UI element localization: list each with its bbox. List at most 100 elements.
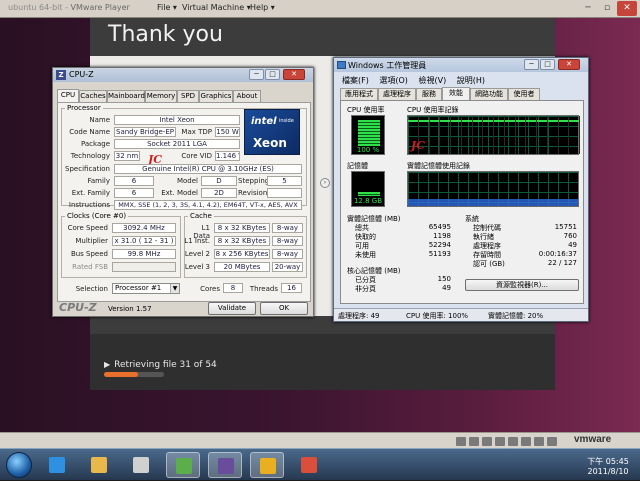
tab-about[interactable]: About [233, 90, 261, 102]
memory-value: 12.8 GB [353, 197, 383, 205]
menu-view[interactable]: 檢視(V) [418, 76, 446, 85]
tab-users[interactable]: 使用者 [508, 88, 540, 100]
xeon-logo-text: Xeon [253, 136, 287, 150]
cpu-core-history-cell [547, 116, 559, 154]
menu-file-f[interactable]: 檔案(F) [342, 76, 369, 85]
cpu-core-history-line [547, 120, 558, 122]
tab-graphics[interactable]: Graphics [199, 90, 233, 102]
taskbar-app-button[interactable] [40, 452, 74, 478]
vm-device-icon[interactable] [482, 437, 492, 446]
taskbar-app-button[interactable] [208, 452, 242, 478]
family-value: 6 [114, 176, 154, 186]
tab-memory[interactable]: Memory [145, 90, 177, 102]
vm-device-icon[interactable] [521, 437, 531, 446]
cpu-core-history-line [526, 120, 536, 122]
cpuz-version: Version 1.57 [108, 305, 152, 313]
vm-device-icon[interactable] [508, 437, 518, 446]
technology-label: Technology [70, 152, 110, 160]
cpu-core-history-line [408, 120, 418, 122]
taskbar-app-button[interactable] [124, 452, 158, 478]
cpuz-window: Z CPU-Z ─ □ ✕ CPU Caches Mainboard Memor… [52, 67, 314, 317]
cpuz-minimize-button[interactable]: ─ [249, 69, 264, 80]
physical-memory-row-value: 65495 [428, 223, 451, 231]
memory-history-label: 實體記憶體使用記錄 [407, 162, 470, 170]
system-row-value: 49 [568, 241, 577, 249]
internet-explorer-icon [49, 457, 65, 473]
tab-mainboard[interactable]: Mainboard [107, 90, 145, 102]
vm-device-icon[interactable] [456, 437, 466, 446]
cpu-usage-value: 100 % [356, 146, 380, 154]
tab-applications[interactable]: 應用程式 [340, 88, 378, 100]
instructions-value: MMX, SSE (1, 2, 3, 3S, 4.1, 4.2), EM64T,… [114, 200, 302, 210]
cpu-core-history-cell [504, 116, 516, 154]
resource-monitor-button[interactable]: 資源監視器(R)... [465, 279, 579, 291]
cpu-usage-fill [358, 120, 380, 146]
taskmgr-tabs: 應用程式 處理程序 服務 效能 網路功能 使用者 [340, 87, 584, 100]
jc-watermark-taskmgr: JC [411, 139, 425, 152]
vmware-statusbar [0, 432, 640, 448]
clock-time: 下午 05:45 [587, 457, 629, 466]
taskmgr-close-button[interactable]: ✕ [558, 59, 580, 70]
cpuz-maximize-button[interactable]: □ [265, 69, 280, 80]
explorer-folder-icon [91, 457, 107, 473]
tab-performance[interactable]: 效能 [442, 87, 470, 100]
taskbar-clock[interactable]: 下午 05:45 2011/8/10 [580, 457, 636, 477]
specification-value: Genuine Intel(R) CPU @ 3.10GHz (ES) [114, 164, 302, 174]
menu-virtual-machine[interactable]: Virtual Machine ▾ [182, 3, 251, 12]
validate-button[interactable]: Validate [208, 302, 256, 315]
vm-device-icon[interactable] [534, 437, 544, 446]
cpu-core-history-line [483, 120, 493, 122]
tab-processes[interactable]: 處理程序 [378, 88, 416, 100]
menu-help[interactable]: Help ▾ [250, 3, 275, 12]
processor-select[interactable]: Processor #1 ▼ [112, 283, 180, 294]
tab-networking[interactable]: 網路功能 [470, 88, 508, 100]
cpu-core-history-line [440, 120, 450, 122]
cpu-usage-gauge: 100 % [351, 115, 385, 155]
tab-caches[interactable]: Caches [79, 90, 107, 102]
cpu-usage-label: CPU 使用率 [347, 106, 385, 114]
cpu-core-history-line [504, 120, 515, 122]
memory-fill [358, 191, 380, 196]
cpuz-close-button[interactable]: ✕ [283, 69, 305, 80]
close-icon[interactable]: ✕ [617, 1, 637, 16]
model-value: D [201, 176, 237, 186]
maximize-icon[interactable]: ▫ [598, 1, 616, 16]
cores-value: 8 [223, 283, 243, 293]
cpuz-titlebar[interactable]: Z CPU-Z ─ □ ✕ [53, 68, 313, 82]
cpu-core-history-cell [494, 116, 505, 154]
menu-options[interactable]: 選項(O) [379, 76, 408, 85]
start-button[interactable] [6, 452, 32, 478]
taskmgr-maximize-button[interactable]: □ [540, 59, 555, 70]
intel-inside-text: inside [279, 118, 294, 124]
windows-taskbar [0, 448, 640, 480]
stepping-value: 5 [267, 176, 302, 186]
expand-triangle-icon[interactable]: ▶ [104, 360, 110, 369]
menu-file[interactable]: File ▾ [157, 3, 177, 12]
slide-nav-icon[interactable]: › [320, 178, 330, 188]
ok-button[interactable]: OK [260, 302, 308, 315]
processor-select-value: Processor #1 [115, 284, 162, 292]
taskbar-app-button[interactable] [166, 452, 200, 478]
taskbar-app-button[interactable] [250, 452, 284, 478]
bus-speed-label: Bus Speed [70, 250, 108, 258]
taskbar-app-button[interactable] [82, 452, 116, 478]
tab-services[interactable]: 服務 [416, 88, 442, 100]
chevron-down-icon[interactable]: ▼ [170, 284, 179, 293]
processor-group-label: Processor [65, 104, 103, 112]
vm-device-icon[interactable] [469, 437, 479, 446]
installer-title: Thank you [108, 22, 223, 47]
taskmgr-minimize-button[interactable]: ─ [524, 59, 539, 70]
l1i-value: 8 x 32 KBytes [214, 236, 270, 246]
taskmgr-titlebar[interactable]: Windows 工作管理員 ─ □ ✕ [334, 58, 588, 72]
tab-cpu[interactable]: CPU [57, 89, 79, 102]
tab-spd[interactable]: SPD [177, 90, 199, 102]
taskbar-app-button[interactable] [292, 452, 326, 478]
corevid-label: Core VID [181, 152, 212, 160]
rated-fsb-value [112, 262, 176, 272]
minimize-icon[interactable]: ─ [579, 1, 597, 16]
vm-device-icon[interactable] [495, 437, 505, 446]
vm-device-icon[interactable] [547, 437, 557, 446]
cpuz-tabs: CPU Caches Mainboard Memory SPD Graphics… [57, 89, 311, 102]
menu-help-h[interactable]: 說明(H) [457, 76, 485, 85]
model-label: Model [176, 177, 198, 185]
